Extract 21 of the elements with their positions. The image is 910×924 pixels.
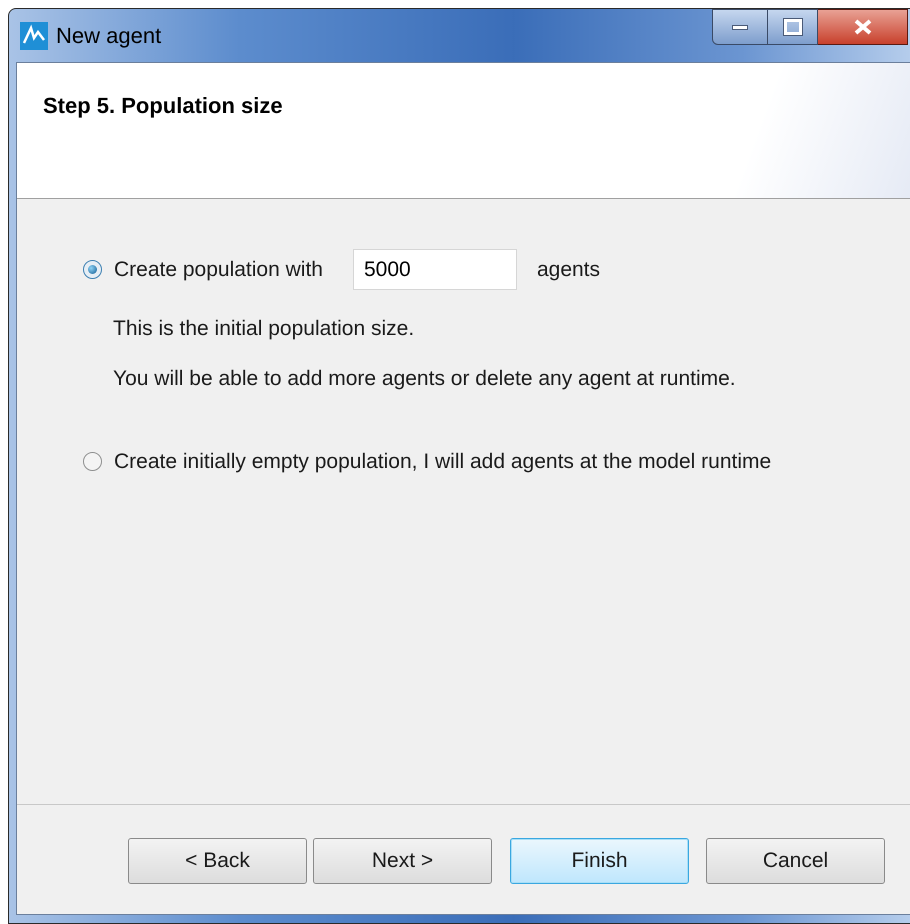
maximize-button[interactable] [768,9,818,45]
close-icon [854,19,872,35]
hint-text: You will be able to add more agents or delete any agent at runtime. [113,366,737,392]
step-title: Step 5. Population size [43,93,283,118]
radio-button[interactable] [83,452,102,472]
minimize-button[interactable] [712,9,768,45]
unit-label: agents [536,256,600,283]
population-count-field[interactable]: 5000 [352,249,517,290]
wizard-button[interactable]: Finish [510,838,689,884]
option-label[interactable]: Create population with [114,254,323,286]
minimize-icon [732,24,748,30]
hint-text: This is the initial population size. [113,316,416,342]
radio-button[interactable] [83,260,102,279]
close-button[interactable] [818,9,908,45]
wizard-button[interactable]: Next > [313,838,492,884]
maximize-icon [784,19,802,35]
option-label[interactable]: Create initially empty population, I will add agents at the model runtime [114,446,772,478]
wizard-button[interactable]: < Back [128,838,307,884]
wizard-button[interactable]: Cancel [706,838,885,884]
app-logo-icon [20,22,48,50]
window-title: New agent [56,22,162,50]
